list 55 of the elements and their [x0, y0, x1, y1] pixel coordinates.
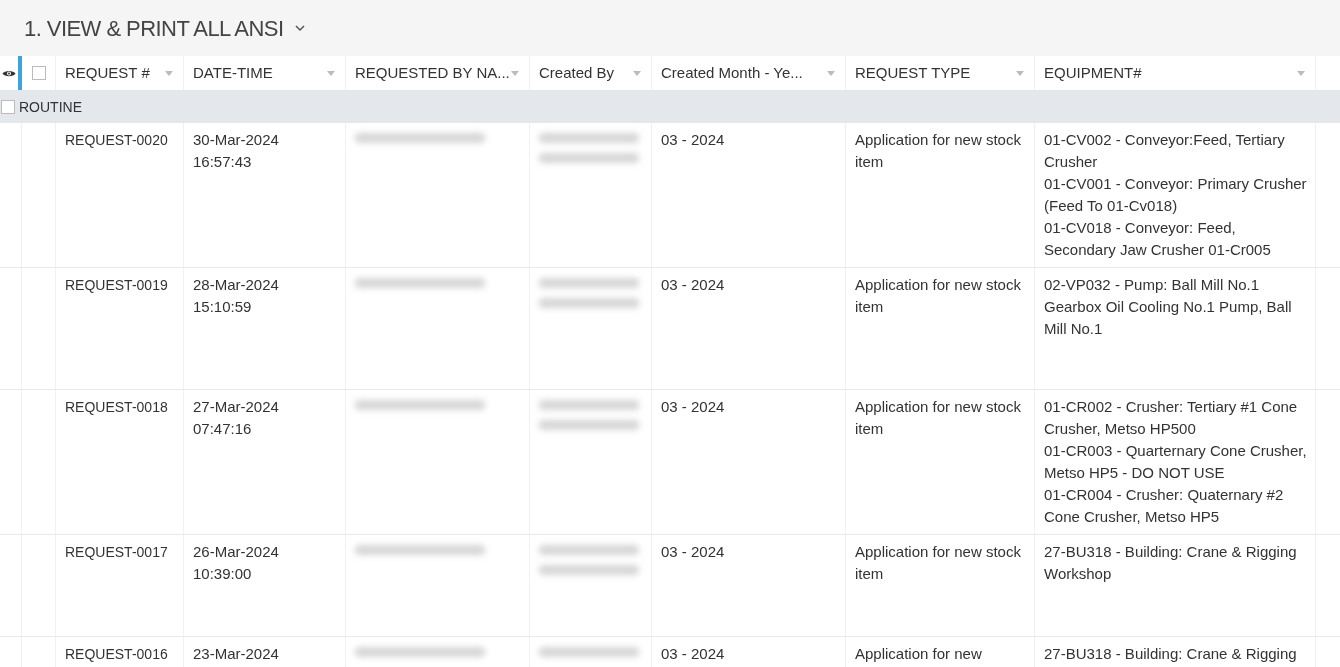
table-cell-text: 03 - 2024 [661, 397, 726, 417]
column-header[interactable]: EQUIPMENT# [1035, 56, 1316, 90]
column-header[interactable]: Created By [530, 56, 652, 90]
table-cell-text: 01-CR004 - Crusher: Quaternary #2 Cone Crusher, Metso HP5 [1044, 485, 1285, 527]
table-cell-text: 27-BU318 - Building: Crane & Rigging [1044, 644, 1298, 664]
group-row[interactable]: ROUTINE [0, 91, 1340, 123]
table-cell-text: 03 - 2024 [661, 130, 726, 150]
table-cell-text: 03 - 2024 [661, 275, 726, 295]
table-cell-text: 27-Mar-2024 [193, 397, 280, 417]
table-cell-text: REQUEST-0019 [65, 276, 169, 295]
table-cell-text: 16:57:43 [193, 152, 253, 172]
group-label: ROUTINE [19, 97, 82, 117]
sort-caret-icon[interactable] [327, 70, 335, 76]
table-cell-text: Application for new [855, 644, 983, 664]
table-cell-text: 15:10:59 [193, 297, 253, 317]
column-header[interactable]: REQUEST # [56, 56, 184, 90]
checkbox[interactable] [1, 100, 15, 114]
table-cell-text: 02-VP032 - Pump: Ball Mill No.1 Gearbox Oil Cooling No.1 Pump, Ball Mill No.1 [1044, 275, 1293, 339]
checkbox[interactable] [31, 66, 46, 80]
table-cell-text: 01-CV001 - Conveyor: Primary Crusher (Feed To 01-Cv018) [1044, 174, 1307, 216]
table-cell-text: 03 - 2024 [661, 542, 726, 562]
table-cell-text: 28-Mar-2024 [193, 275, 280, 295]
table-cell-text: 10:39:00 [193, 564, 253, 584]
table-cell-text: Application for new stock item [855, 275, 1022, 317]
sort-caret-icon[interactable] [1016, 70, 1024, 76]
table-cell-text: 27-BU318 - Building: Crane & Rigging Workshop [1044, 542, 1298, 584]
table-cell-text: 01-CV002 - Conveyor:Feed, Tertiary Crusher [1044, 130, 1286, 172]
sort-caret-icon[interactable] [165, 70, 173, 76]
resize-handle[interactable] [18, 56, 22, 90]
table-cell-text: Application for new stock item [855, 542, 1022, 584]
table-cell-text: REQUEST-0018 [65, 398, 169, 417]
table-cell-text: 01-CR002 - Crusher: Tertiary #1 Cone Crusher, Metso HP500 [1044, 397, 1299, 439]
eye-icon[interactable] [2, 68, 16, 78]
table-cell-text: REQUEST-0017 [65, 543, 169, 562]
column-header[interactable]: REQUEST TYPE [846, 56, 1035, 90]
table-cell-text: 30-Mar-2024 [193, 130, 280, 150]
sort-caret-icon[interactable] [827, 70, 835, 76]
chevron-down-icon[interactable] [295, 24, 306, 32]
table-cell-text: Application for new stock item [855, 397, 1022, 439]
sort-caret-icon[interactable] [633, 70, 641, 76]
sort-caret-icon[interactable] [1297, 70, 1305, 76]
table-cell-text: REQUEST-0016 [65, 645, 169, 664]
table-cell-text: REQUEST-0020 [65, 131, 169, 150]
table-cell-text: 23-Mar-2024 [193, 644, 280, 664]
table-cell-text: 07:47:16 [193, 419, 253, 439]
column-header[interactable]: REQUESTED BY NA... [346, 56, 530, 90]
column-header[interactable]: DATE-TIME [184, 56, 346, 90]
view-title: 1. VIEW & PRINT ALL ANSI [24, 14, 284, 43]
table-cell-text: 01-CV018 - Conveyor: Feed, Secondary Jaw Crusher 01-Cr005 [1044, 218, 1272, 260]
table-cell-text: 03 - 2024 [661, 644, 726, 664]
table-cell-text: 01-CR003 - Quarternary Cone Crusher, Metso HP5 - DO NOT USE [1044, 441, 1307, 483]
column-header[interactable]: Created Month - Ye... [652, 56, 846, 90]
table-cell-text: Application for new stock item [855, 130, 1022, 172]
table-cell-text: 26-Mar-2024 [193, 542, 280, 562]
sort-caret-icon[interactable] [511, 70, 519, 76]
